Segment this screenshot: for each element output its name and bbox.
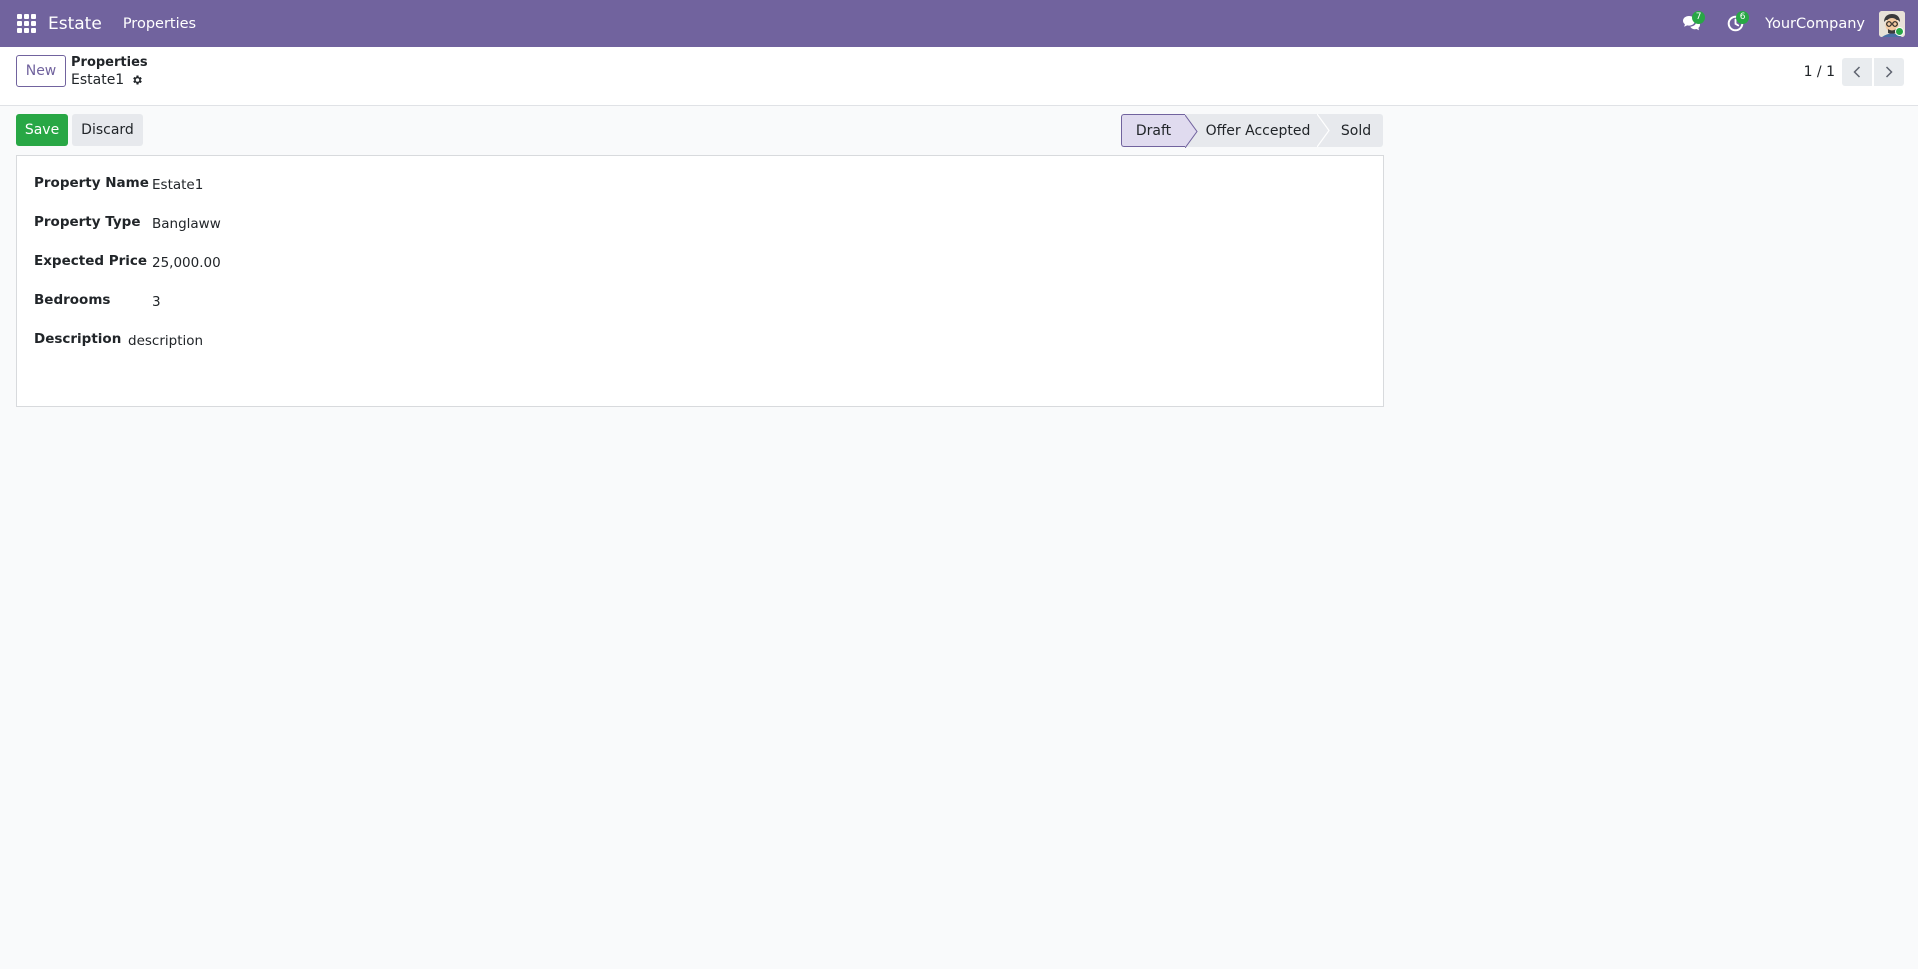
field-label-bedrooms: Bedrooms: [34, 292, 111, 308]
activities-badge: 6: [1736, 11, 1750, 24]
user-avatar[interactable]: [1879, 10, 1905, 37]
online-status-dot: [1895, 26, 1904, 36]
actions-gear-button[interactable]: [131, 74, 143, 86]
breadcrumb-properties[interactable]: Properties: [71, 55, 148, 70]
stage-draft[interactable]: Draft: [1121, 114, 1198, 148]
chevron-left-icon: [1853, 66, 1861, 78]
field-label-property-type: Property Type: [34, 214, 141, 230]
save-button[interactable]: Save: [16, 114, 68, 146]
discard-button[interactable]: Discard: [72, 114, 143, 146]
pager-next-button[interactable]: [1874, 58, 1904, 86]
messages-badge: 7: [1692, 11, 1706, 24]
stage-offer-accepted[interactable]: Offer Accepted: [1185, 114, 1330, 147]
new-button[interactable]: New: [16, 55, 66, 87]
company-switcher[interactable]: YourCompany: [1765, 16, 1865, 32]
stage-arrow: [1317, 114, 1330, 147]
status-bar: Draft Offer Accepted Sold: [1121, 114, 1383, 148]
menu-item-properties[interactable]: Properties: [123, 16, 196, 32]
field-bedrooms[interactable]: 3: [152, 294, 161, 310]
form-sheet: Property Name Estate1 Property Type Bang…: [16, 155, 1384, 407]
stage-draft-label: Draft: [1135, 122, 1172, 139]
field-property-type[interactable]: Banglaww: [152, 216, 221, 232]
field-label-description: Description: [34, 331, 122, 347]
gear-icon: [133, 75, 143, 85]
field-property-name[interactable]: Estate1: [152, 177, 203, 193]
chevron-right-icon: [1885, 66, 1893, 78]
field-expected-price[interactable]: 25,000.00: [152, 255, 221, 271]
record-title: Estate1: [71, 72, 125, 88]
breadcrumb-current: Estate1: [71, 72, 143, 88]
activities-button[interactable]: 6: [1713, 0, 1757, 47]
pager-value[interactable]: 1 / 1: [1804, 64, 1835, 80]
apps-menu-button[interactable]: [0, 0, 52, 47]
stage-offer-label: Offer Accepted: [1205, 122, 1311, 139]
stage-arrow: [1185, 115, 1198, 148]
control-panel: New Properties Estate1 1 / 1: [0, 47, 1918, 106]
app-brand[interactable]: Estate: [48, 14, 102, 34]
field-label-expected-price: Expected Price: [34, 253, 148, 269]
field-description[interactable]: description: [128, 333, 203, 349]
systray: 7 6 YourCompany: [1669, 0, 1918, 47]
top-navbar: Estate Properties 7 6 YourCompany: [0, 0, 1918, 47]
stage-sold-label: Sold: [1340, 122, 1372, 139]
field-label-property-name: Property Name: [34, 175, 149, 191]
messages-button[interactable]: 7: [1669, 0, 1713, 47]
apps-grid-icon: [16, 14, 36, 33]
pager-previous-button[interactable]: [1842, 58, 1872, 86]
